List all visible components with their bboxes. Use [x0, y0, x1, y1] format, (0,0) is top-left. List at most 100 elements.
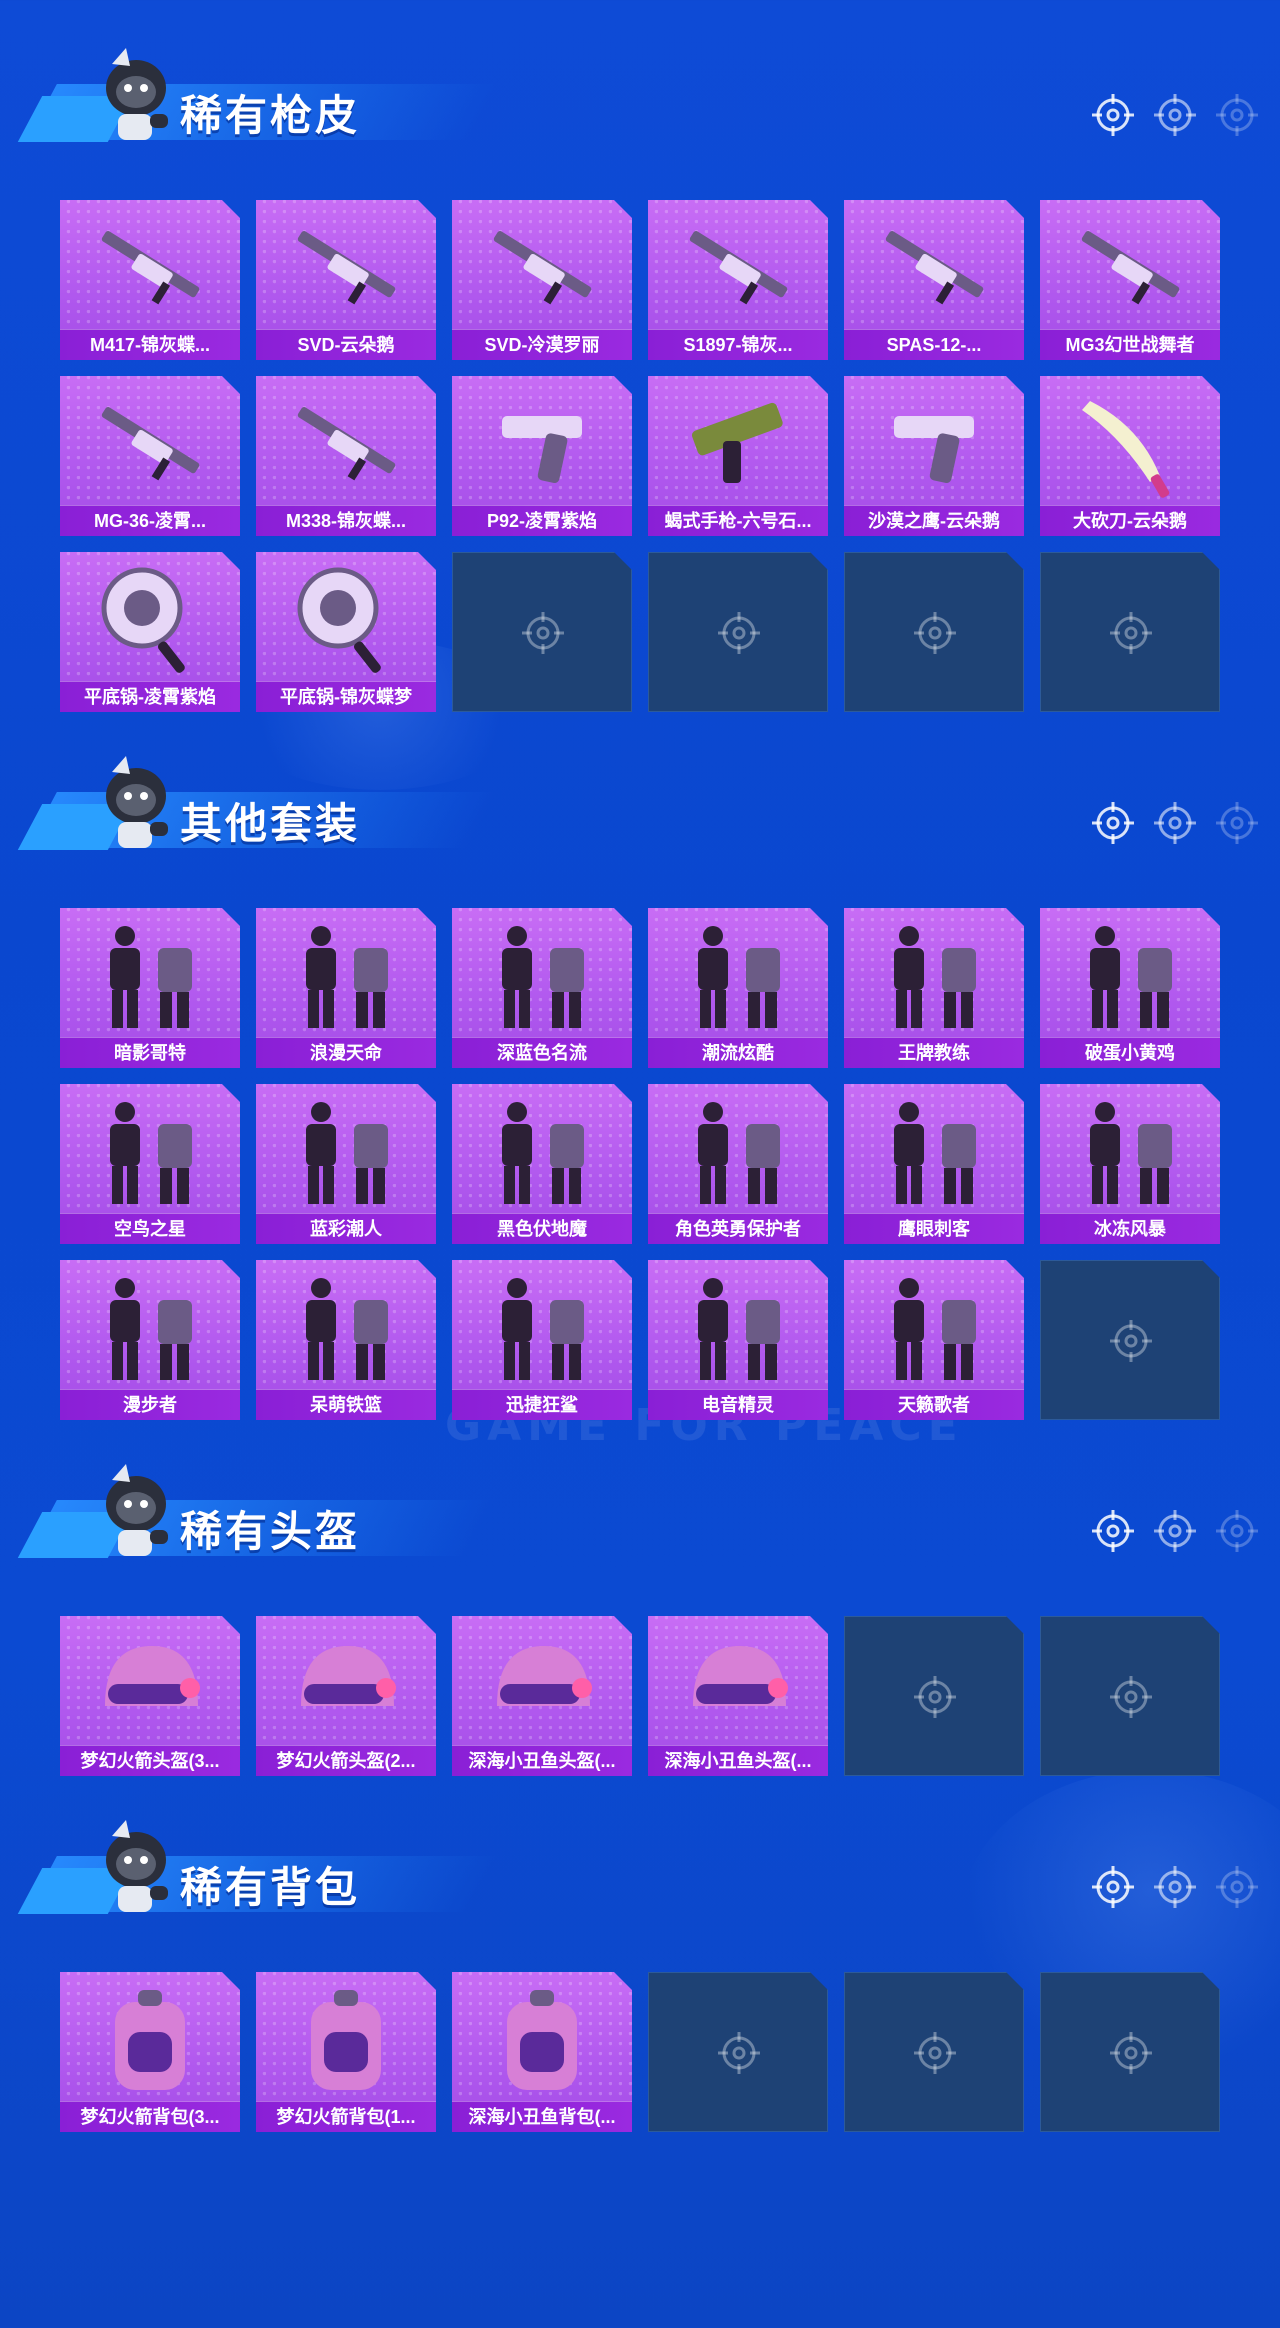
crosshair-icon	[1216, 94, 1258, 136]
section-header: 其他套装	[17, 748, 1260, 868]
header-crosshair	[1214, 92, 1260, 138]
item-card[interactable]: 梦幻火箭背包(3...	[60, 1972, 240, 2132]
item-image	[80, 1270, 220, 1385]
item-image	[472, 386, 612, 501]
item-card[interactable]: 大砍刀-云朵鹅	[1040, 376, 1220, 536]
outfit-icon	[110, 1102, 192, 1204]
empty-slot	[648, 1972, 828, 2132]
empty-slot	[452, 552, 632, 712]
item-card[interactable]: 鹰眼刺客	[844, 1084, 1024, 1244]
item-image	[864, 918, 1004, 1033]
item-card[interactable]: 平底锅-锦灰蝶梦	[256, 552, 436, 712]
item-card[interactable]: 梦幻火箭头盔(3...	[60, 1616, 240, 1776]
item-card[interactable]: 深海小丑鱼头盔(...	[452, 1616, 632, 1776]
empty-slot	[1040, 1972, 1220, 2132]
item-card[interactable]: 破蛋小黄鸡	[1040, 908, 1220, 1068]
pan-icon	[297, 567, 381, 673]
item-label: 深海小丑鱼头盔(...	[648, 1745, 828, 1776]
item-image	[1060, 386, 1200, 501]
item-image	[276, 1982, 416, 2097]
item-card[interactable]: 电音精灵	[648, 1260, 828, 1420]
empty-slot	[1040, 1260, 1220, 1420]
item-label: 深海小丑鱼背包(...	[452, 2101, 632, 2132]
crosshair-icon	[914, 1676, 956, 1718]
item-card[interactable]: MG-36-凌霄...	[60, 376, 240, 536]
item-image	[668, 386, 808, 501]
item-label: 暗影哥特	[60, 1037, 240, 1068]
item-card[interactable]: 潮流炫酷	[648, 908, 828, 1068]
item-card[interactable]: 蝎式手枪-六号石...	[648, 376, 828, 536]
item-label: MG-36-凌霄...	[60, 505, 240, 536]
chicken-mascot-icon	[106, 756, 168, 848]
item-card[interactable]: 呆萌铁篮	[256, 1260, 436, 1420]
item-label: 迅捷狂鲨	[452, 1389, 632, 1420]
helmet-icon	[301, 1646, 396, 1706]
item-card[interactable]: 空鸟之星	[60, 1084, 240, 1244]
item-label: 蝎式手枪-六号石...	[648, 505, 828, 536]
crosshair-icon	[1092, 802, 1134, 844]
item-label: 王牌教练	[844, 1037, 1024, 1068]
item-card[interactable]: 暗影哥特	[60, 908, 240, 1068]
item-card[interactable]: 天籁歌者	[844, 1260, 1024, 1420]
outfit-icon	[110, 1278, 192, 1380]
empty-slot	[648, 552, 828, 712]
empty-slot	[844, 1972, 1024, 2132]
item-card[interactable]: 迅捷狂鲨	[452, 1260, 632, 1420]
crosshair-icon	[718, 2032, 760, 2074]
section-title: 稀有头盔	[180, 1508, 361, 1555]
item-label: 角色英勇保护者	[648, 1213, 828, 1244]
item-card[interactable]: 沙漠之鹰-云朵鹅	[844, 376, 1024, 536]
item-card[interactable]: MG3幻世战舞者	[1040, 200, 1220, 360]
item-label: SVD-云朵鹅	[256, 329, 436, 360]
item-image	[276, 1094, 416, 1209]
crosshair-icon	[1154, 1510, 1196, 1552]
helmet-icon	[105, 1646, 200, 1706]
item-label: 呆萌铁篮	[256, 1389, 436, 1420]
machete-icon	[1082, 401, 1170, 498]
empty-slot-crosshair	[716, 2030, 762, 2076]
item-card[interactable]: 平底锅-凌霄紫焰	[60, 552, 240, 712]
item-image	[668, 1270, 808, 1385]
empty-slot-crosshair	[1108, 610, 1154, 656]
item-card[interactable]: 深海小丑鱼头盔(...	[648, 1616, 828, 1776]
header-crosshair-group	[1090, 800, 1260, 846]
item-card[interactable]: SVD-云朵鹅	[256, 200, 436, 360]
item-card[interactable]: 角色英勇保护者	[648, 1084, 828, 1244]
item-image	[472, 918, 612, 1033]
item-card[interactable]: 深蓝色名流	[452, 908, 632, 1068]
item-card[interactable]: 蓝彩潮人	[256, 1084, 436, 1244]
item-card[interactable]: P92-凌霄紫焰	[452, 376, 632, 536]
item-card[interactable]: 王牌教练	[844, 908, 1024, 1068]
outfit-icon	[306, 926, 388, 1028]
empty-slot	[844, 1616, 1024, 1776]
item-card[interactable]: 深海小丑鱼背包(...	[452, 1972, 632, 2132]
item-card[interactable]: 冰冻风暴	[1040, 1084, 1220, 1244]
item-card[interactable]: 漫步者	[60, 1260, 240, 1420]
item-card[interactable]: SVD-冷漠罗丽	[452, 200, 632, 360]
item-image	[80, 1982, 220, 2097]
item-label: SVD-冷漠罗丽	[452, 329, 632, 360]
item-card[interactable]: M338-锦灰蝶...	[256, 376, 436, 536]
item-card[interactable]: S1897-锦灰...	[648, 200, 828, 360]
crosshair-icon	[1216, 802, 1258, 844]
empty-slot	[1040, 1616, 1220, 1776]
crosshair-icon	[1154, 1866, 1196, 1908]
item-image	[80, 386, 220, 501]
item-card[interactable]: 浪漫天命	[256, 908, 436, 1068]
header-crosshair	[1090, 92, 1136, 138]
item-image	[80, 1626, 220, 1741]
item-card[interactable]: M417-锦灰蝶...	[60, 200, 240, 360]
pan-icon	[101, 567, 185, 673]
crosshair-icon	[718, 612, 760, 654]
outfit-icon	[502, 1102, 584, 1204]
sniper-rifle-icon	[297, 231, 396, 305]
item-card[interactable]: 梦幻火箭背包(1...	[256, 1972, 436, 2132]
chicken-mascot-icon	[106, 48, 168, 140]
item-card[interactable]: 黑色伏地魔	[452, 1084, 632, 1244]
item-label: 梦幻火箭背包(1...	[256, 2101, 436, 2132]
item-card[interactable]: SPAS-12-...	[844, 200, 1024, 360]
outfit-icon	[110, 926, 192, 1028]
item-card[interactable]: 梦幻火箭头盔(2...	[256, 1616, 436, 1776]
header-crosshair	[1090, 1508, 1136, 1554]
section-title: 稀有枪皮	[180, 92, 361, 139]
